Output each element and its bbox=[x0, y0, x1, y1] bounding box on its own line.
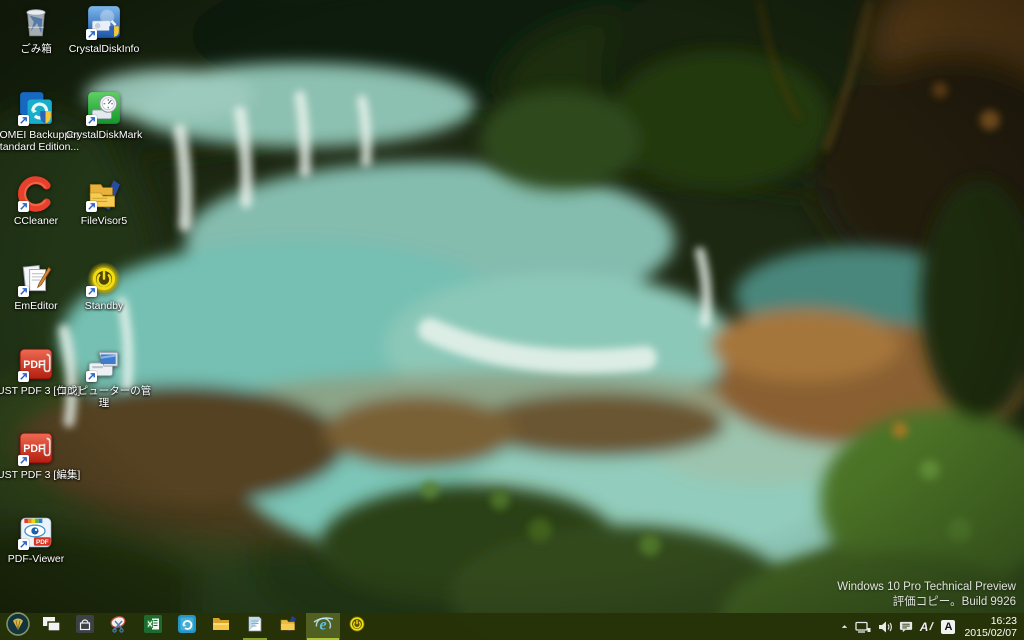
snipping-tool-button[interactable] bbox=[102, 613, 136, 640]
desktop-icon-crystaldiskinfo[interactable]: CrystalDiskInfo bbox=[54, 4, 154, 55]
taskbar-clock[interactable]: 16:23 2015/02/07 bbox=[961, 615, 1017, 639]
shortcut-arrow-icon bbox=[18, 286, 29, 297]
excel-icon bbox=[143, 614, 163, 639]
shortcut-arrow-icon bbox=[18, 115, 29, 126]
windows-evaluation-watermark: Windows 10 Pro Technical Preview 評価コピー。B… bbox=[837, 580, 1016, 610]
svg-text:PDF: PDF bbox=[23, 359, 45, 371]
internet-explorer-icon: e bbox=[312, 613, 334, 640]
shortcut-arrow-icon bbox=[18, 455, 29, 466]
ime-pen-icon[interactable]: A bbox=[920, 613, 936, 640]
action-center-icon[interactable] bbox=[899, 613, 914, 640]
icon-label: CrystalDiskMark bbox=[65, 129, 143, 141]
just-pdf-icon: PDF bbox=[18, 430, 54, 466]
file-explorer-button[interactable] bbox=[204, 613, 238, 640]
pdf-viewer-icon: PDF bbox=[18, 514, 54, 550]
taskbar: e A A 16:23 2015/02/07 bbox=[0, 612, 1024, 640]
notepad-button[interactable] bbox=[238, 613, 272, 640]
crystaldiskmark-icon bbox=[86, 90, 122, 126]
shortcut-arrow-icon bbox=[86, 286, 97, 297]
snipping-tool-icon bbox=[109, 614, 129, 639]
start-button-classic-shell[interactable] bbox=[2, 612, 34, 640]
computer-management-icon bbox=[86, 346, 122, 382]
desktop-icon-computer-management[interactable]: コンピューターの管理 bbox=[54, 346, 154, 409]
watermark-line2: 評価コピー。Build 9926 bbox=[892, 596, 1016, 608]
desktop-icon-filevisor5[interactable]: FileVisor5 bbox=[54, 176, 154, 227]
desktop-icons-layer: ごみ箱 CrystalDiskInfo AOMEI Backupper Stan… bbox=[0, 0, 1024, 640]
clock-date: 2015/02/07 bbox=[964, 626, 1017, 639]
shortcut-arrow-icon bbox=[18, 201, 29, 212]
shortcut-arrow-icon bbox=[18, 371, 29, 382]
aomei-backupper-icon bbox=[177, 614, 197, 639]
shortcut-arrow-icon bbox=[86, 371, 97, 382]
taskbar-items: e bbox=[0, 612, 374, 640]
ime-mode-icon[interactable]: A bbox=[941, 613, 956, 640]
icon-label: CrystalDiskInfo bbox=[68, 43, 140, 55]
standby-power-icon bbox=[348, 615, 366, 638]
shortcut-arrow-icon bbox=[86, 115, 97, 126]
icon-label: EmEditor bbox=[14, 300, 58, 312]
icon-label: CCleaner bbox=[13, 215, 59, 227]
icon-label: FileVisor5 bbox=[80, 215, 128, 227]
shortcut-arrow-icon bbox=[86, 29, 97, 40]
clock-time: 16:23 bbox=[990, 614, 1017, 627]
emeditor-icon bbox=[18, 261, 54, 297]
icon-label: Standby bbox=[84, 300, 124, 312]
windows-store-button[interactable] bbox=[68, 613, 102, 640]
network-icon[interactable] bbox=[855, 613, 871, 640]
svg-text:PDF: PDF bbox=[36, 539, 49, 546]
classic-shell-start-icon bbox=[6, 612, 30, 640]
hidden-icons-chevron-icon[interactable] bbox=[840, 613, 849, 640]
aomei-backupper-icon bbox=[18, 90, 54, 126]
crystaldiskinfo-icon bbox=[86, 4, 122, 40]
watermark-line1: Windows 10 Pro Technical Preview bbox=[837, 581, 1016, 593]
task-view-icon bbox=[41, 614, 61, 639]
filevisor-button[interactable] bbox=[272, 613, 306, 640]
icon-label: コンピューターの管理 bbox=[56, 385, 152, 409]
system-tray: A A 16:23 2015/02/07 bbox=[840, 613, 1024, 640]
task-view-button[interactable] bbox=[34, 613, 68, 640]
desktop-icon-just-pdf-3-edit[interactable]: PDF JUST PDF 3 [編集] bbox=[0, 430, 86, 481]
shortcut-arrow-icon bbox=[86, 201, 97, 212]
filevisor5-icon bbox=[86, 176, 122, 212]
desktop-icon-standby[interactable]: Standby bbox=[54, 261, 154, 312]
excel-button[interactable] bbox=[136, 613, 170, 640]
aomei-backupper-button[interactable] bbox=[170, 613, 204, 640]
ccleaner-icon bbox=[18, 176, 54, 212]
notepad-icon bbox=[245, 614, 265, 639]
file-explorer-icon bbox=[211, 614, 231, 639]
filevisor-icon bbox=[279, 614, 299, 639]
icon-label: JUST PDF 3 [編集] bbox=[0, 469, 81, 481]
recycle-bin-icon bbox=[18, 4, 54, 40]
internet-explorer-button[interactable]: e bbox=[306, 613, 340, 640]
shortcut-arrow-icon bbox=[18, 539, 29, 550]
desktop: ごみ箱 CrystalDiskInfo AOMEI Backupper Stan… bbox=[0, 0, 1024, 640]
icon-label: PDF-Viewer bbox=[7, 553, 65, 565]
desktop-icon-pdf-viewer[interactable]: PDF PDF-Viewer bbox=[0, 514, 86, 565]
icon-label: ごみ箱 bbox=[20, 43, 52, 55]
standby-power-icon bbox=[86, 261, 122, 297]
windows-store-icon bbox=[75, 614, 95, 639]
volume-icon[interactable] bbox=[877, 613, 893, 640]
svg-text:PDF: PDF bbox=[23, 443, 45, 455]
just-pdf-icon: PDF bbox=[18, 346, 54, 382]
standby-button[interactable] bbox=[340, 613, 374, 640]
desktop-icon-crystaldiskmark[interactable]: CrystalDiskMark bbox=[54, 90, 154, 141]
